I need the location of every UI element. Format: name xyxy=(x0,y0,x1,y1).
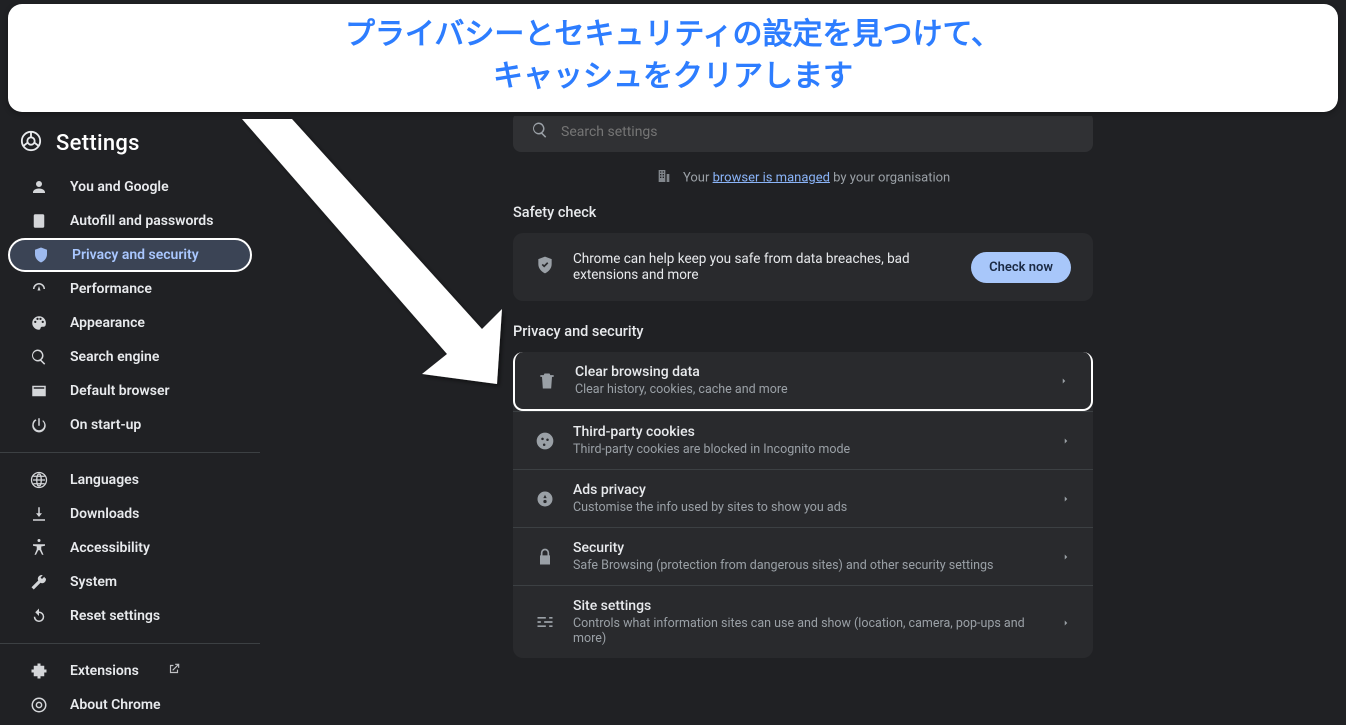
sidebar-item-label: Languages xyxy=(70,472,139,488)
row-site-settings[interactable]: Site settings Controls what information … xyxy=(513,585,1093,658)
row-sub: Clear history, cookies, cache and more xyxy=(575,382,1041,397)
shield-icon xyxy=(32,246,50,264)
sidebar-item-label: Autofill and passwords xyxy=(70,213,213,229)
clipboard-icon xyxy=(30,212,48,230)
accessibility-icon xyxy=(30,539,48,557)
divider xyxy=(0,452,260,453)
ads-icon xyxy=(535,489,555,509)
row-title: Security xyxy=(573,540,1043,556)
sidebar-item-system[interactable]: System xyxy=(8,565,252,599)
row-sub: Safe Browsing (protection from dangerous… xyxy=(573,558,1043,573)
chevron-right-icon xyxy=(1061,613,1071,632)
chrome-logo-icon xyxy=(20,130,42,156)
chrome-icon xyxy=(30,696,48,714)
sidebar-item-search-engine[interactable]: Search engine xyxy=(8,340,252,374)
chevron-right-icon xyxy=(1061,547,1071,566)
sidebar-item-label: On start-up xyxy=(70,417,141,433)
browser-icon xyxy=(30,382,48,400)
row-title: Clear browsing data xyxy=(575,364,1041,380)
building-icon xyxy=(656,168,672,188)
sidebar-item-reset[interactable]: Reset settings xyxy=(8,599,252,633)
sidebar-item-label: System xyxy=(70,574,117,590)
section-title-privacy: Privacy and security xyxy=(513,323,1093,340)
check-now-button[interactable]: Check now xyxy=(971,252,1071,283)
reset-icon xyxy=(30,607,48,625)
sidebar-item-label: You and Google xyxy=(70,179,169,195)
sidebar-item-autofill[interactable]: Autofill and passwords xyxy=(8,204,252,238)
chevron-right-icon xyxy=(1061,431,1071,450)
row-title: Site settings xyxy=(573,598,1043,614)
sidebar-item-default-browser[interactable]: Default browser xyxy=(8,374,252,408)
section-title-safety: Safety check xyxy=(513,204,1093,221)
page-title: Settings xyxy=(56,131,140,156)
sidebar-item-label: Default browser xyxy=(70,383,170,399)
search-icon xyxy=(30,348,48,366)
sidebar-item-label: About Chrome xyxy=(70,697,161,713)
search-box[interactable] xyxy=(513,116,1093,152)
chevron-right-icon xyxy=(1061,489,1071,508)
sidebar-header: Settings xyxy=(0,124,260,170)
safety-text: Chrome can help keep you safe from data … xyxy=(573,251,953,283)
wrench-icon xyxy=(30,573,48,591)
safety-check-section: Safety check Chrome can help keep you sa… xyxy=(513,204,1093,301)
row-third-party-cookies[interactable]: Third-party cookies Third-party cookies … xyxy=(513,411,1093,469)
sidebar-item-appearance[interactable]: Appearance xyxy=(8,306,252,340)
power-icon xyxy=(30,416,48,434)
privacy-section: Privacy and security Clear browsing data… xyxy=(513,323,1093,658)
row-sub: Third-party cookies are blocked in Incog… xyxy=(573,442,1043,457)
download-icon xyxy=(30,505,48,523)
annotation-banner: プライバシーとセキュリティの設定を見つけて、 キャッシュをクリアします xyxy=(8,4,1338,112)
sidebar: Settings You and Google Autofill and pas… xyxy=(0,116,260,725)
sidebar-item-performance[interactable]: Performance xyxy=(8,272,252,306)
external-link-icon xyxy=(167,662,181,680)
managed-prefix: Your xyxy=(683,170,713,185)
sidebar-item-languages[interactable]: Languages xyxy=(8,463,252,497)
sidebar-item-label: Reset settings xyxy=(70,608,160,624)
chevron-right-icon xyxy=(1059,371,1069,390)
tune-icon xyxy=(535,612,555,632)
palette-icon xyxy=(30,314,48,332)
sidebar-item-label: Privacy and security xyxy=(72,247,199,263)
speedometer-icon xyxy=(30,280,48,298)
row-clear-browsing-data[interactable]: Clear browsing data Clear history, cooki… xyxy=(513,352,1093,411)
annotation-line1: プライバシーとセキュリティの設定を見つけて、 xyxy=(68,14,1278,56)
divider xyxy=(0,643,260,644)
sidebar-item-label: Extensions xyxy=(70,663,139,679)
sidebar-item-accessibility[interactable]: Accessibility xyxy=(8,531,252,565)
managed-suffix: by your organisation xyxy=(830,170,950,185)
shield-check-icon xyxy=(535,255,555,279)
sidebar-item-you-and-google[interactable]: You and Google xyxy=(8,170,252,204)
row-sub: Customise the info used by sites to show… xyxy=(573,500,1043,515)
sidebar-item-label: Appearance xyxy=(70,315,145,331)
sidebar-item-label: Accessibility xyxy=(70,540,150,556)
privacy-card: Clear browsing data Clear history, cooki… xyxy=(513,352,1093,658)
globe-icon xyxy=(30,471,48,489)
main-content: Your browser is managed by your organisa… xyxy=(260,116,1346,725)
sidebar-item-label: Performance xyxy=(70,281,152,297)
safety-check-card: Chrome can help keep you safe from data … xyxy=(513,233,1093,301)
sidebar-item-label: Downloads xyxy=(70,506,139,522)
row-title: Ads privacy xyxy=(573,482,1043,498)
sidebar-item-privacy-security[interactable]: Privacy and security xyxy=(8,238,252,272)
search-icon xyxy=(531,121,549,143)
sidebar-item-label: Search engine xyxy=(70,349,159,365)
managed-link[interactable]: browser is managed xyxy=(713,170,830,185)
sidebar-item-downloads[interactable]: Downloads xyxy=(8,497,252,531)
trash-icon xyxy=(537,371,557,391)
managed-notice: Your browser is managed by your organisa… xyxy=(284,162,1322,204)
row-ads-privacy[interactable]: Ads privacy Customise the info used by s… xyxy=(513,469,1093,527)
cookie-icon xyxy=(535,431,555,451)
sidebar-item-extensions[interactable]: Extensions xyxy=(8,654,252,688)
lock-icon xyxy=(535,547,555,567)
row-title: Third-party cookies xyxy=(573,424,1043,440)
sidebar-item-on-startup[interactable]: On start-up xyxy=(8,408,252,442)
search-input[interactable] xyxy=(561,124,1075,140)
row-sub: Controls what information sites can use … xyxy=(573,616,1043,646)
row-security[interactable]: Security Safe Browsing (protection from … xyxy=(513,527,1093,585)
extension-icon xyxy=(30,662,48,680)
annotation-line2: キャッシュをクリアします xyxy=(68,56,1278,98)
person-icon xyxy=(30,178,48,196)
